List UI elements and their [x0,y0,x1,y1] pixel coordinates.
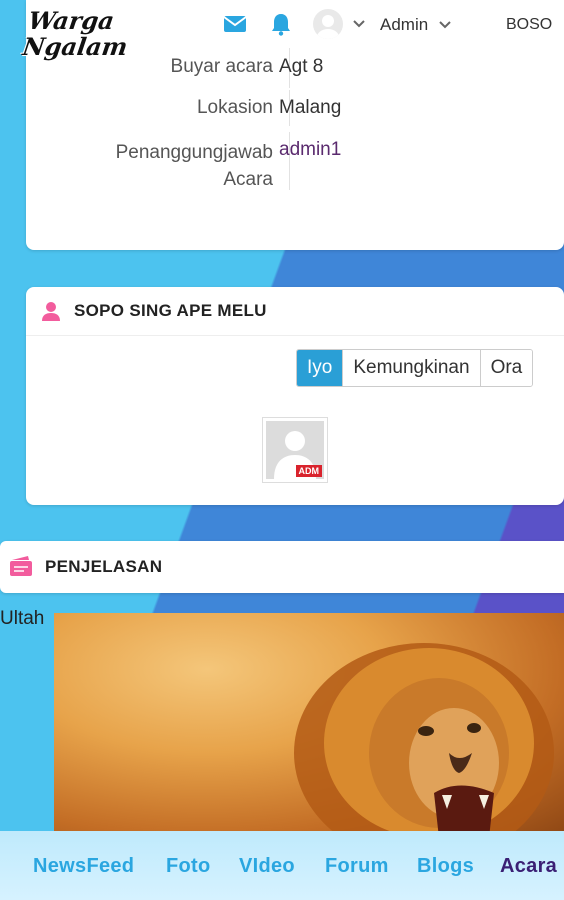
nav-blogs[interactable]: Blogs [417,855,474,878]
language-selector[interactable]: BOSO [506,16,552,34]
user-menu-label: Admin [380,15,429,34]
user-avatar[interactable] [313,9,343,39]
nav-foto[interactable]: Foto [166,855,211,878]
notification-bell-icon[interactable] [270,12,292,36]
organizer-label-line1: Penanggungjawab [115,142,273,163]
logo-line1: Warga [26,6,117,35]
person-icon [42,302,60,321]
bottom-nav: NewsFeed Foto VIdeo Forum Blogs Acara [0,831,564,900]
ticket-icon [10,556,32,576]
rsvp-maybe-button[interactable]: Kemungkinan [342,350,480,386]
location-label: Lokasion [196,97,273,118]
organizer-value-link[interactable]: admin1 [279,139,341,161]
organizer-label: Penanggungjawab Acara [53,139,273,193]
rsvp-yes-button[interactable]: Iyo [297,350,343,386]
nav-newsfeed[interactable]: NewsFeed [33,855,134,878]
attendance-title: SOPO SING APE MELU [74,301,267,320]
event-image[interactable] [54,613,564,838]
mail-icon[interactable] [223,15,247,33]
description-header: PENJELASAN [0,541,564,593]
description-title: PENJELASAN [45,557,163,576]
logo-line2: Ngalam [20,32,130,61]
app-logo[interactable]: Warga Ngalam [20,6,141,70]
rsvp-button-group: Iyo Kemungkinan Ora [296,349,534,387]
chevron-down-icon[interactable] [352,19,366,29]
top-bar: Warga Ngalam Admin BOSO [0,0,564,61]
nav-video[interactable]: VIdeo [239,855,295,878]
organizer-label-line2: Acara [223,169,273,190]
end-date-value: Agt 8 [279,56,324,77]
nav-forum[interactable]: Forum [325,855,389,878]
lion-illustration [294,643,554,838]
avatar-placeholder: ADM [266,421,324,479]
nav-acara[interactable]: Acara [500,855,557,878]
chevron-down-icon [439,21,451,29]
user-menu[interactable]: Admin [380,15,452,35]
attendee-avatar[interactable]: ADM [262,417,328,483]
description-card: PENJELASAN [0,541,564,593]
admin-badge: ADM [295,465,322,477]
rsvp-no-button[interactable]: Ora [479,350,533,386]
attendance-card: SOPO SING APE MELU Iyo Kemungkinan Ora A… [26,287,564,505]
description-text: Ultah [0,608,45,629]
location-value: Malang [279,97,342,118]
attendance-header: SOPO SING APE MELU [26,287,564,336]
